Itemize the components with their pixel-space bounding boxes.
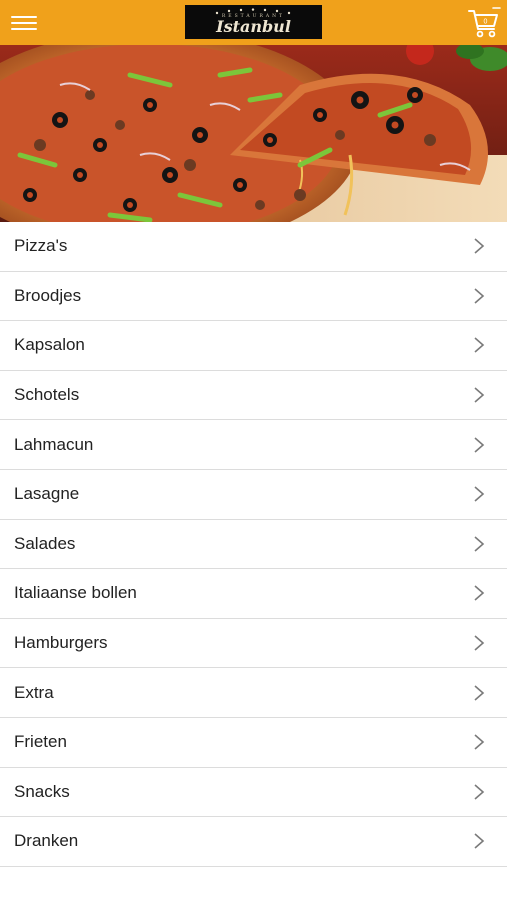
category-label: Italiaanse bollen [14, 583, 137, 603]
category-item-extra[interactable]: Extra [0, 668, 507, 718]
category-item-broodjes[interactable]: Broodjes [0, 271, 507, 322]
app-header: RESTAURANT Istanbul 0 [0, 0, 507, 45]
category-item-salades[interactable]: Salades [0, 519, 507, 570]
category-item-snacks[interactable]: Snacks [0, 767, 507, 818]
category-item-kapsalon[interactable]: Kapsalon [0, 321, 507, 371]
category-item-lahmacun[interactable]: Lahmacun [0, 420, 507, 470]
category-item-lasagne[interactable]: Lasagne [0, 469, 507, 520]
category-label: Pizza's [14, 236, 68, 256]
chevron-right-icon [474, 784, 485, 800]
category-list: Pizza's Broodjes Kapsalon Schotels Lahma… [0, 222, 507, 867]
category-label: Extra [14, 682, 54, 702]
chevron-right-icon [474, 288, 485, 304]
logo-text: Istanbul [215, 17, 291, 36]
hamburger-menu-icon[interactable] [8, 12, 40, 34]
category-label: Lahmacun [14, 434, 94, 454]
hero-pizza-image [0, 45, 507, 222]
category-label: Snacks [14, 781, 70, 801]
chevron-right-icon [474, 833, 485, 850]
chevron-right-icon [474, 238, 485, 254]
category-item-dranken[interactable]: Dranken [0, 817, 507, 867]
chevron-right-icon [474, 337, 485, 354]
category-item-schotels[interactable]: Schotels [0, 370, 507, 421]
chevron-right-icon [474, 734, 485, 750]
chevron-right-icon [474, 635, 485, 651]
category-label: Frieten [14, 732, 67, 752]
restaurant-logo[interactable]: RESTAURANT Istanbul [185, 5, 322, 39]
chevron-right-icon [474, 486, 485, 502]
category-label: Broodjes [14, 285, 82, 305]
chevron-right-icon [474, 437, 485, 453]
category-item-italiaanse-bollen[interactable]: Italiaanse bollen [0, 569, 507, 619]
cart-count: 0 [484, 19, 488, 26]
category-label: Dranken [14, 831, 79, 851]
category-item-hamburgers[interactable]: Hamburgers [0, 618, 507, 669]
category-label: Schotels [14, 385, 80, 405]
chevron-right-icon [474, 685, 485, 701]
category-label: Kapsalon [14, 335, 85, 355]
chevron-right-icon [474, 536, 485, 552]
category-label: Salades [14, 533, 76, 553]
category-item-pizzas[interactable]: Pizza's [0, 222, 507, 272]
category-label: Lasagne [14, 484, 80, 504]
chevron-right-icon [474, 585, 485, 602]
chevron-right-icon [474, 387, 485, 403]
category-label: Hamburgers [14, 633, 108, 653]
category-item-frieten[interactable]: Frieten [0, 717, 507, 768]
shopping-cart-icon[interactable]: 0 [467, 6, 501, 40]
